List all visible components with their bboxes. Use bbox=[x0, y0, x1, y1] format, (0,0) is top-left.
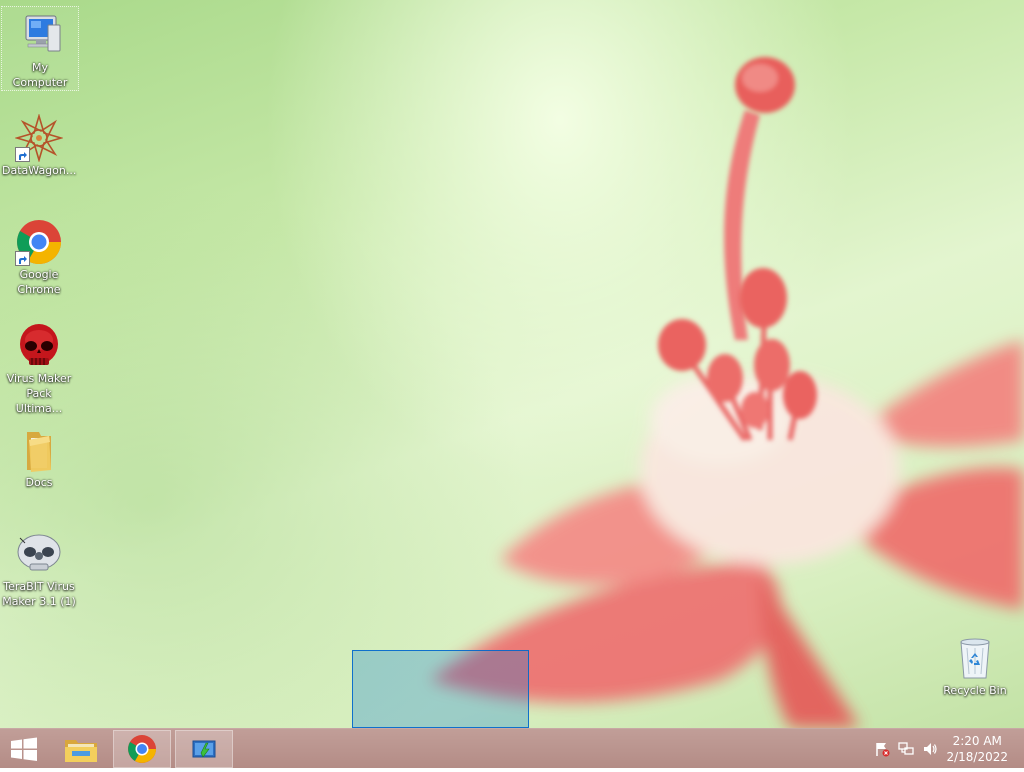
desktop-icon-my-computer[interactable]: My Computer bbox=[1, 6, 79, 91]
start-button[interactable] bbox=[0, 730, 48, 768]
desktop-icon-label: DataWagon... bbox=[2, 164, 77, 177]
desktop-icon-virus-maker-pack[interactable]: Virus Maker Pack Ultima... bbox=[1, 318, 77, 416]
taskbar-file-explorer-button[interactable] bbox=[56, 730, 106, 768]
desktop-icon-label: Virus Maker Pack Ultima... bbox=[6, 372, 72, 415]
clock[interactable]: 2:20 AM 2/18/2022 bbox=[946, 733, 1008, 765]
shortcut-arrow-icon bbox=[15, 251, 30, 266]
windows-logo-icon bbox=[11, 737, 37, 761]
skull-icon bbox=[15, 530, 63, 578]
shortcut-arrow-icon bbox=[15, 147, 30, 162]
taskbar-chrome-button[interactable] bbox=[113, 730, 171, 768]
volume-icon[interactable] bbox=[922, 741, 938, 757]
mandala-icon bbox=[14, 113, 64, 163]
computer-icon bbox=[16, 11, 64, 59]
file-explorer-icon bbox=[65, 740, 97, 762]
clock-time: 2:20 AM bbox=[952, 734, 1002, 748]
chrome-icon bbox=[128, 735, 156, 763]
desktop-icon-terabit-virus-maker[interactable]: TeraBIT Virus Maker 3.1 (1) bbox=[1, 526, 77, 609]
desktop-icon-label: Docs bbox=[25, 476, 53, 489]
app-icon bbox=[192, 740, 216, 758]
selection-rectangle bbox=[352, 650, 529, 728]
recycle-bin-icon bbox=[951, 634, 999, 682]
clock-date: 2/18/2022 bbox=[946, 750, 1008, 764]
desktop-icon-label: Recycle Bin bbox=[943, 684, 1007, 697]
action-center-flag-icon[interactable] bbox=[874, 741, 890, 757]
taskbar-app-button[interactable] bbox=[175, 730, 233, 768]
network-icon[interactable] bbox=[898, 741, 914, 757]
system-tray: 2:20 AM 2/18/2022 bbox=[870, 729, 1024, 769]
desktop-icon-label: Google Chrome bbox=[17, 268, 61, 296]
desktop-icon-google-chrome[interactable]: Google Chrome bbox=[1, 214, 77, 297]
desktop-icon-datawagon[interactable]: DataWagon... bbox=[1, 110, 77, 178]
desktop-icon-recycle-bin[interactable]: Recycle Bin bbox=[937, 630, 1013, 698]
desktop-icon-label: TeraBIT Virus Maker 3.1 (1) bbox=[2, 580, 76, 608]
wallpaper-flower bbox=[430, 57, 1024, 728]
chrome-icon bbox=[15, 218, 63, 266]
taskbar: 2:20 AM 2/18/2022 bbox=[0, 728, 1024, 768]
folder-icon bbox=[15, 426, 63, 474]
desktop-icon-docs[interactable]: Docs bbox=[1, 422, 77, 490]
desktop-icon-label: My Computer bbox=[12, 61, 68, 89]
red-skull-icon bbox=[15, 322, 63, 370]
desktop[interactable]: My Computer DataWagon... Google Chrome V… bbox=[0, 0, 1024, 728]
